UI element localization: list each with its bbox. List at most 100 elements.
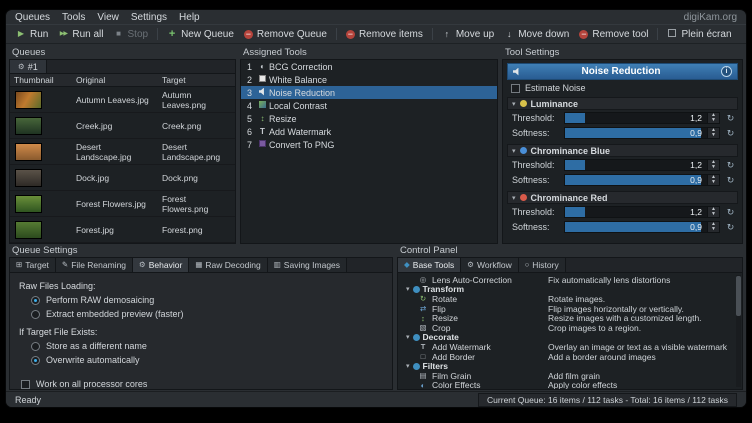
option-store-different-name[interactable]: Store as a different name [31,341,383,351]
tab-target[interactable]: ⊞ Target [10,258,56,272]
column-original[interactable]: Original [72,74,158,86]
menu-settings[interactable]: Settings [131,12,167,23]
tab-base-tools[interactable]: ◆ Base Tools [398,258,461,272]
remove-queue-button[interactable]: − Remove Queue [239,28,332,41]
tree-item-add-watermark[interactable]: T Add Watermark Overlay an image or text… [398,342,742,352]
tool-row-convert-to-png[interactable]: 7 Convert To PNG [241,138,497,151]
queue-row[interactable]: Forest Flowers.jpg Forest Flowers.png [10,191,235,217]
tab-raw-decoding[interactable]: ▦ Raw Decoding [189,258,267,272]
queue-settings-tabbar: ⊞ Target ✎ File Renaming ⚙ Behavior ▦ Ra… [10,258,392,273]
reset-icon[interactable]: ↻ [724,222,737,233]
tree-item-rotate[interactable]: ↻ Rotate Rotate images. [398,294,742,304]
spin-arrows[interactable]: ▲▼ [707,222,719,232]
tool-row-add-watermark[interactable]: 6 T Add Watermark [241,125,497,138]
option-work-all-cores[interactable]: Work on all processor cores [21,379,383,389]
cores-checkbox[interactable] [21,380,30,389]
spin-arrows[interactable]: ▲▼ [707,128,719,138]
reset-icon[interactable]: ↻ [724,160,737,171]
tool-settings-box: Noise Reduction i Estimate Noise ▾ Lumin… [502,59,743,244]
threshold-slider[interactable]: 1,2 ▲▼ [564,206,720,218]
tab-workflow[interactable]: ⚙ Workflow [461,258,519,272]
remove-tool-button[interactable]: − Remove tool [574,28,653,41]
radio-selected[interactable] [31,296,40,305]
move-up-button[interactable]: ↑ Move up [437,28,499,41]
tab-behavior[interactable]: ⚙ Behavior [133,258,189,272]
menu-tools[interactable]: Tools [62,12,85,23]
tree-group-decorate[interactable]: ▾ Decorate [398,333,742,343]
assigned-tools-panel: Assigned Tools 1 ◐ BCG Correction 2 Whit… [240,46,498,242]
radio[interactable] [31,310,40,319]
transform-group-icon [413,286,420,293]
reset-icon[interactable]: ↻ [724,128,737,139]
tree-item-flip[interactable]: ⇄ Flip Flip images horizontally or verti… [398,304,742,314]
threshold-slider[interactable]: 1,2 ▲▼ [564,159,720,171]
fullscreen-button[interactable]: Plein écran [662,28,736,41]
tree-item-lens-auto-correction[interactable]: ◎ Lens Auto-Correction Fix automatically… [398,275,742,285]
tab-saving-images[interactable]: ▥ Saving Images [268,258,347,272]
spin-arrows[interactable]: ▲▼ [707,207,719,217]
tool-row-bcg-correction[interactable]: 1 ◐ BCG Correction [241,60,497,73]
crop-icon: ▧ [418,323,428,332]
queues-panel: Queues ⚙ #1 Thumbnail Original Target Au… [9,46,236,242]
tool-row-white-balance[interactable]: 2 White Balance [241,73,497,86]
spin-arrows[interactable]: ▲▼ [707,175,719,185]
run-all-button[interactable]: ▶▶ Run all [53,28,108,41]
tree-item-add-border[interactable]: □ Add Border Add a border around images [398,352,742,362]
tool-label: Add Watermark [269,127,331,137]
add-border-icon: □ [418,352,428,361]
radio[interactable] [31,342,40,351]
chevron-down-icon: ▾ [512,147,516,155]
softness-value: 0,9 [690,128,702,138]
softness-slider[interactable]: 0,9 ▲▼ [564,174,720,186]
spin-arrows[interactable]: ▲▼ [707,113,719,123]
tree-item-resize[interactable]: ↕ Resize Resize images with a customized… [398,313,742,323]
move-down-button[interactable]: ↓ Move down [499,28,574,41]
option-overwrite-automatically[interactable]: Overwrite automatically [31,355,383,365]
scrollbar[interactable] [736,275,741,387]
radio-selected[interactable] [31,356,40,365]
reset-icon[interactable]: ↻ [724,113,737,124]
queue-row[interactable]: Forest.jpg Forest.png [10,217,235,243]
tree-group-transform[interactable]: ▾ Transform [398,285,742,295]
tree-group-filters[interactable]: ▾ Filters [398,361,742,371]
column-thumbnail[interactable]: Thumbnail [10,74,72,86]
tree-item-film-grain[interactable]: ▤ Film Grain Add film grain [398,371,742,381]
reset-icon[interactable]: ↻ [724,207,737,218]
menu-help[interactable]: Help [179,12,200,23]
tree-item-crop[interactable]: ▧ Crop Crop images to a region. [398,323,742,333]
queue-row[interactable]: Desert Landscape.jpg Desert Landscape.pn… [10,139,235,165]
column-target[interactable]: Target [158,74,235,86]
remove-items-button[interactable]: − Remove items [341,28,428,41]
menu-view[interactable]: View [97,12,119,23]
queue-tab-1[interactable]: ⚙ #1 [10,60,47,73]
option-extract-embedded-preview[interactable]: Extract embedded preview (faster) [31,309,383,319]
info-icon[interactable]: i [721,66,732,77]
queue-row[interactable]: Autumn Leaves.jpg Autumn Leaves.png [10,87,235,113]
run-button[interactable]: ▶ Run [11,28,53,41]
threshold-slider[interactable]: 1,2 ▲▼ [564,112,720,124]
raw-loading-heading: Raw Files Loading: [19,281,383,291]
queue-row[interactable]: Creek.jpg Creek.png [10,113,235,139]
tool-row-noise-reduction[interactable]: 3 Noise Reduction [241,86,497,99]
estimate-noise-checkbox[interactable] [511,84,520,93]
tree-item-color-effects[interactable]: ◐ Color Effects Apply color effects [398,381,742,389]
scrollbar-thumb[interactable] [736,276,741,316]
estimate-noise-row[interactable]: Estimate Noise [511,83,734,93]
tool-row-local-contrast[interactable]: 4 Local Contrast [241,99,497,112]
tab-history[interactable]: ○ History [519,258,566,272]
group-chrominance-blue-header[interactable]: ▾ Chrominance Blue [507,144,738,157]
group-luminance-header[interactable]: ▾ Luminance [507,97,738,110]
new-queue-button[interactable]: + New Queue [162,28,239,41]
softness-slider[interactable]: 0,9 ▲▼ [564,221,720,233]
queue-row[interactable]: Dock.jpg Dock.png [10,165,235,191]
stop-button[interactable]: ■ Stop [109,28,154,41]
reset-icon[interactable]: ↻ [724,175,737,186]
tab-file-renaming[interactable]: ✎ File Renaming [56,258,133,272]
group-chrominance-red-header[interactable]: ▾ Chrominance Red [507,191,738,204]
tool-row-resize[interactable]: 5 ↕ Resize [241,112,497,125]
softness-slider[interactable]: 0,9 ▲▼ [564,127,720,139]
option-perform-raw-demosaicing[interactable]: Perform RAW demosaicing [31,295,383,305]
chevron-down-icon: ▾ [406,285,410,293]
spin-arrows[interactable]: ▲▼ [707,160,719,170]
menu-queues[interactable]: Queues [15,12,50,23]
